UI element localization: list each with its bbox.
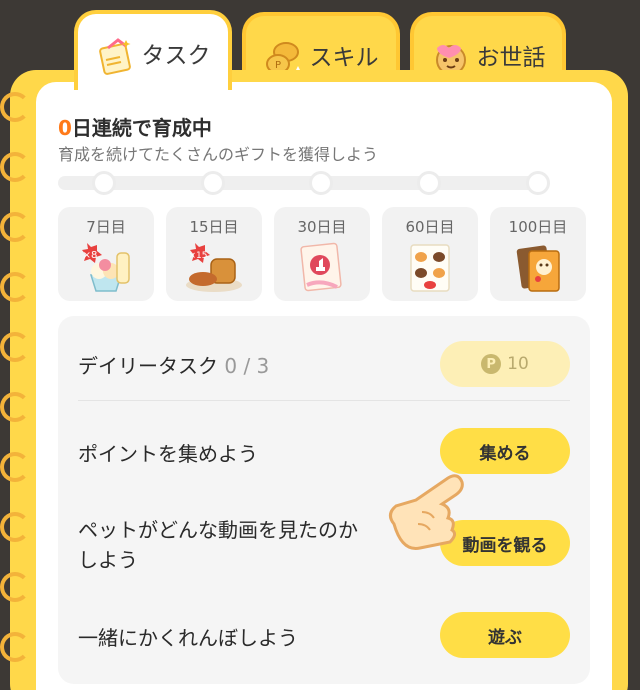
tab-skill-label: スキル	[309, 45, 379, 71]
daily-points-reward: P 10	[440, 341, 570, 387]
binder-ring	[0, 572, 30, 602]
point-coin-icon: P	[481, 354, 502, 374]
reward-day-15[interactable]: 15日目 ×15	[166, 207, 262, 301]
daily-task-title: デイリータスク	[78, 354, 218, 378]
task-label: ポイントを集めよう	[78, 442, 258, 466]
binder-ring	[0, 272, 30, 302]
reward-day-60[interactable]: 60日目	[382, 207, 478, 301]
sticker-sheet-icon	[410, 244, 450, 292]
progress-milestone-dot	[417, 171, 441, 195]
tab-care-label: お世話	[476, 45, 546, 71]
daily-task-count: 0 / 3	[224, 354, 270, 378]
binder-ring	[0, 212, 30, 242]
reward-day-100[interactable]: 100日目	[490, 207, 586, 301]
streak-title-suffix: 日連続で育成中	[71, 116, 212, 140]
reward-label: 100日目	[508, 218, 568, 236]
reward-label: 60日目	[405, 218, 455, 236]
reward-day-7[interactable]: 7日目 ×8	[58, 207, 154, 301]
task-label: 一緒にかくれんぼしよう	[78, 626, 298, 650]
bread-dish-icon: ×15	[186, 243, 242, 292]
streak-subtitle: 育成を続けてたくさんのギフトを獲得しよう	[58, 145, 379, 164]
like-card-gift-icon	[300, 242, 342, 292]
reward-label: 15日目	[189, 218, 239, 236]
progress-milestone-dot	[526, 171, 550, 195]
reward-badge: ×15	[189, 251, 208, 261]
streak-count: 0	[58, 116, 72, 140]
binder-ring	[0, 332, 30, 362]
binder-ring	[0, 92, 30, 122]
task-book-icon	[98, 38, 131, 75]
photo-cards-icon	[516, 245, 560, 292]
daily-task-panel: デイリータスク 0 / 3 P 10 ポイントを集めよう 集める ペットがどんな…	[58, 316, 590, 684]
play-button[interactable]: 遊ぶ	[440, 612, 570, 658]
task-label-line: しよう	[78, 548, 138, 572]
reward-label: 7日目	[86, 218, 126, 236]
streak-title: 0日連続で育成中	[58, 112, 212, 141]
ice-cream-sundae-icon: ×8	[82, 243, 130, 292]
reward-day-30[interactable]: 30日目	[274, 207, 370, 301]
binder-ring	[0, 392, 30, 422]
task-label-line: ペットがどんな動画を見たのか	[78, 518, 358, 542]
reward-badge: ×8	[83, 250, 98, 261]
progress-milestone-dot	[92, 171, 116, 195]
streak-progress-bar	[58, 176, 548, 190]
tab-task-label: タスク	[141, 43, 211, 69]
daily-task-header: デイリータスク 0 / 3	[78, 350, 269, 379]
divider	[78, 400, 570, 401]
binder-ring	[0, 452, 30, 482]
daily-points-value: 10	[507, 354, 529, 374]
binder-ring	[0, 632, 30, 662]
tab-task[interactable]: タスク	[74, 10, 232, 90]
progress-milestone-dot	[309, 171, 333, 195]
task-label: ペットがどんな動画を見たのか しよう	[78, 515, 358, 575]
reward-label: 30日目	[297, 218, 347, 236]
binder-ring	[0, 152, 30, 182]
progress-milestone-dot	[201, 171, 225, 195]
binder-ring	[0, 512, 30, 542]
tutorial-hand-pointer-icon	[389, 474, 464, 550]
